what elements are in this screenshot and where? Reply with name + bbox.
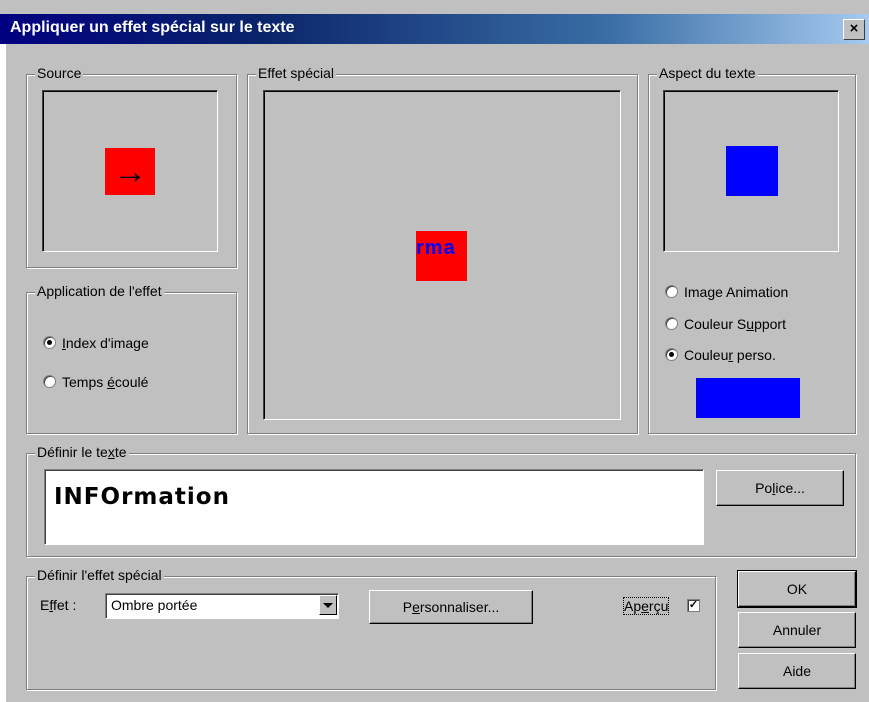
text-aspect-group: Aspect du texte Image Animation Couleur … (648, 65, 856, 434)
radio-image-animation[interactable]: Image Animation (665, 284, 788, 300)
radio-image-index[interactable]: Index d'image (43, 335, 149, 351)
effect-label: Effet : (40, 597, 77, 613)
source-preview: → (42, 90, 218, 252)
radio-image-animation-dot[interactable] (665, 285, 678, 298)
window-title: Appliquer un effet spécial sur le texte (10, 19, 295, 36)
text-aspect-swatch (726, 146, 778, 196)
window-frame-edge (0, 44, 6, 702)
title-bar: Appliquer un effet spécial sur le texte … (0, 14, 869, 44)
customize-button[interactable]: Pe rsonnaliser... (369, 590, 533, 624)
font-button[interactable]: Po l ice... (716, 470, 844, 506)
effect-preview-swatch: rma (416, 231, 467, 281)
arrow-right-icon: → (113, 152, 147, 191)
source-swatch: → (105, 148, 155, 195)
custom-color-swatch[interactable] (696, 378, 800, 418)
preview-label: Aperçu (622, 597, 670, 615)
radio-elapsed-time-dot[interactable] (43, 375, 56, 388)
text-input-value: INFOrmation (54, 484, 230, 510)
radio-elapsed-time[interactable]: Temps écoulé (43, 374, 148, 390)
text-aspect-preview (663, 90, 839, 252)
source-group: Source → (26, 65, 237, 268)
text-aspect-legend: Aspect du texte (657, 65, 758, 81)
effect-select-value: Ombre portée (111, 597, 198, 613)
radio-custom-color-dot[interactable] (665, 348, 678, 361)
close-icon: × (849, 20, 859, 37)
define-text-group: Définir le texte INFOrmation Po l ice... (26, 444, 856, 557)
ok-button[interactable]: OK (737, 570, 857, 608)
effect-select-dropdown-button[interactable] (319, 595, 337, 615)
radio-custom-color[interactable]: Couleur perso. (665, 347, 776, 363)
application-legend: Application de l'effet (35, 283, 164, 299)
effect-preview-text: rma (416, 237, 456, 259)
source-legend: Source (35, 65, 84, 81)
special-effect-legend: Effet spécial (256, 65, 337, 81)
radio-support-color[interactable]: Couleur Support (665, 316, 786, 332)
define-text-legend: Définir le texte (35, 444, 129, 460)
radio-support-color-dot[interactable] (665, 317, 678, 330)
radio-image-index-dot[interactable] (43, 336, 56, 349)
define-effect-group: Définir l'effet spécial Effet : Ombre po… (26, 567, 716, 690)
cancel-button[interactable]: Annuler (738, 612, 856, 648)
special-effect-preview: rma (263, 90, 621, 420)
text-input[interactable]: INFOrmation (44, 469, 704, 545)
chevron-down-icon (323, 602, 333, 608)
close-button[interactable]: × (843, 19, 865, 40)
preview-checkbox[interactable]: ✓ (687, 599, 700, 612)
help-button[interactable]: Aide (738, 653, 856, 689)
application-group: Application de l'effet Index d'image Tem… (26, 283, 237, 434)
special-effect-group: Effet spécial rma (247, 65, 638, 434)
effect-select[interactable]: Ombre portée (105, 593, 339, 619)
define-effect-legend: Définir l'effet spécial (35, 567, 164, 583)
